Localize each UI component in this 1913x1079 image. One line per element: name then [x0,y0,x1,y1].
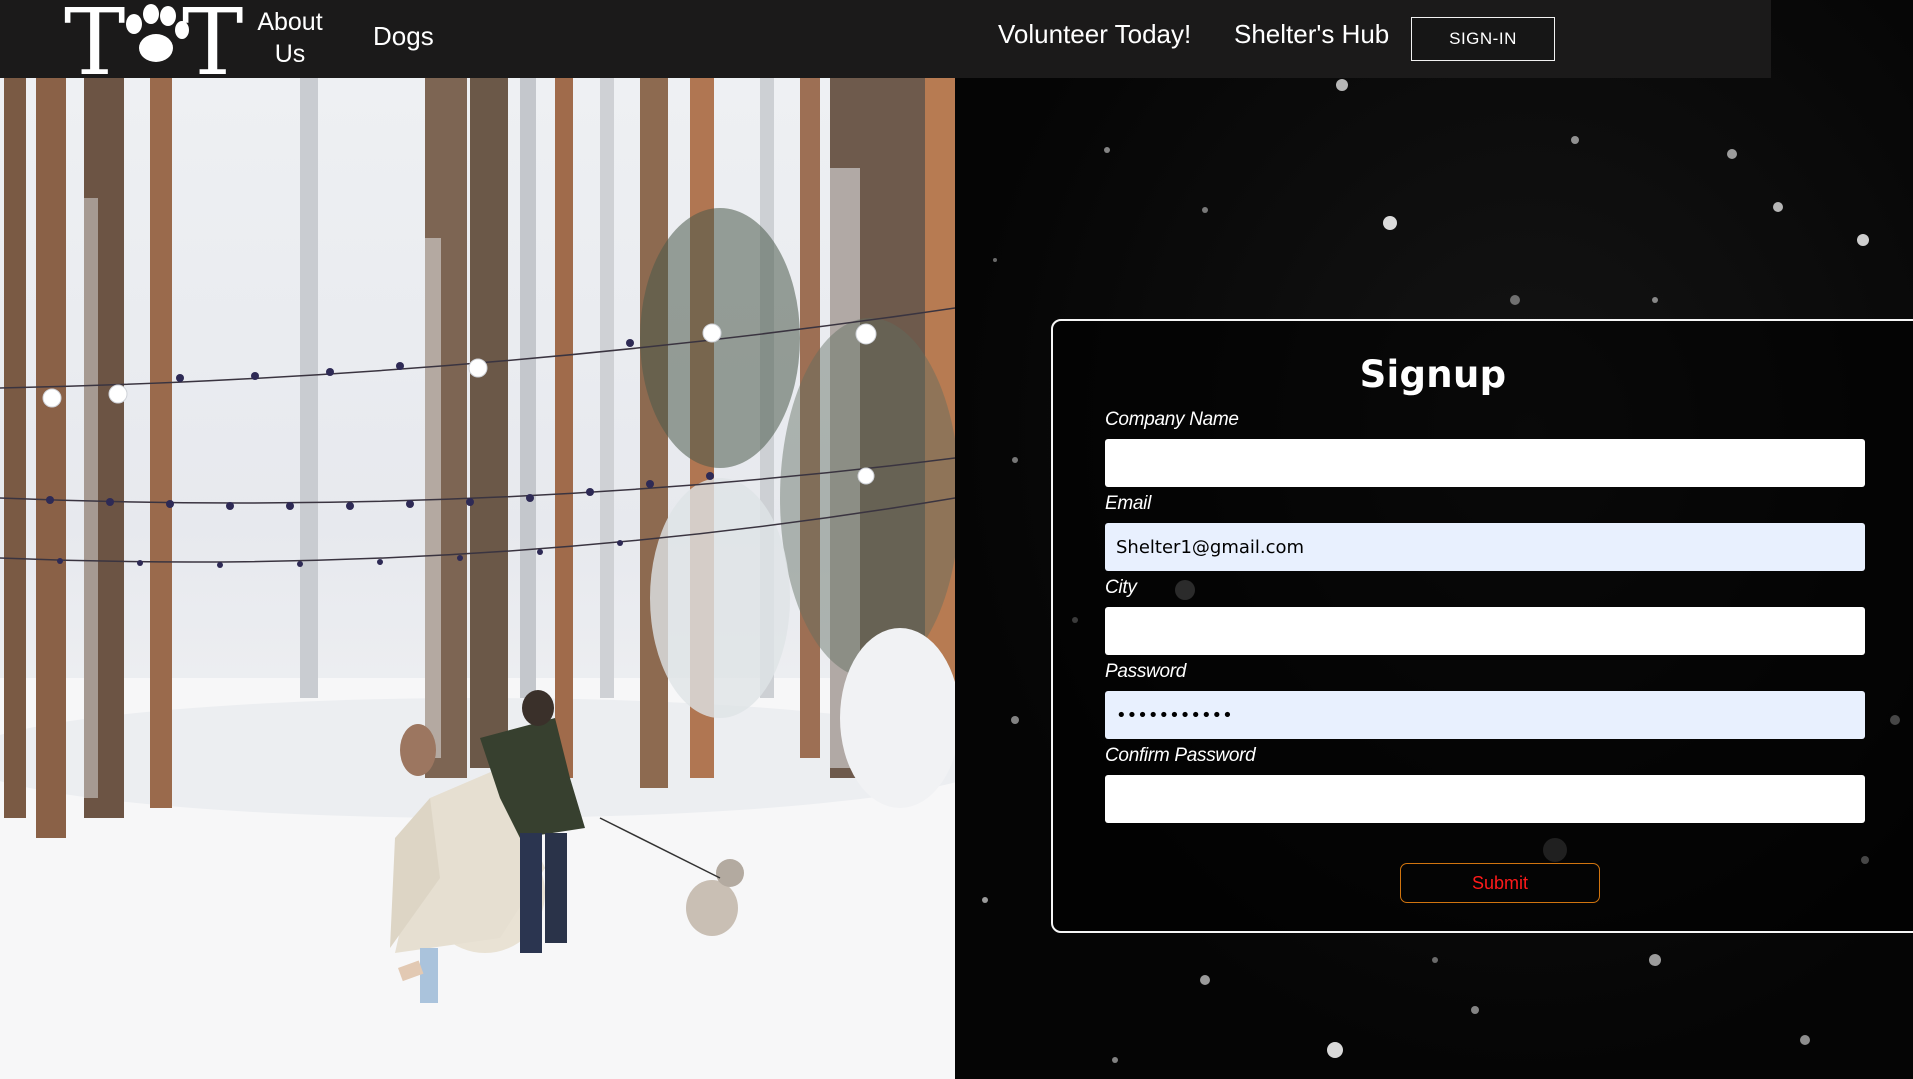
paw-logo[interactable]: T T [64,0,249,78]
email-input[interactable] [1105,523,1865,571]
company-name-input[interactable] [1105,439,1865,487]
email-label: Email [1105,493,1152,514]
sign-in-button[interactable]: SIGN-IN [1411,17,1555,61]
top-navbar: T T About Us Dogs Volunteer Today! Shelt… [0,0,1771,78]
confirm-password-label: Confirm Password [1105,745,1256,766]
company-name-label: Company Name [1105,409,1239,430]
password-label: Password [1105,661,1187,682]
password-input[interactable] [1105,691,1865,739]
nav-about-us[interactable]: About Us [252,6,328,70]
svg-text:T: T [182,0,243,78]
nav-volunteer-today[interactable]: Volunteer Today! [998,18,1191,50]
svg-text:T: T [64,0,125,78]
city-input[interactable] [1105,607,1865,655]
submit-button[interactable]: Submit [1400,863,1600,903]
city-label: City [1105,577,1137,598]
signup-title: Signup [1359,353,1507,396]
paw-icon [126,4,189,62]
nav-dogs[interactable]: Dogs [373,20,434,52]
signup-card: Signup Company Name Email City Password … [1051,319,1913,933]
hero-photo [0,78,955,1079]
nav-shelters-hub[interactable]: Shelter's Hub [1234,18,1389,50]
winter-scene-image [0,78,955,1079]
confirm-password-input[interactable] [1105,775,1865,823]
